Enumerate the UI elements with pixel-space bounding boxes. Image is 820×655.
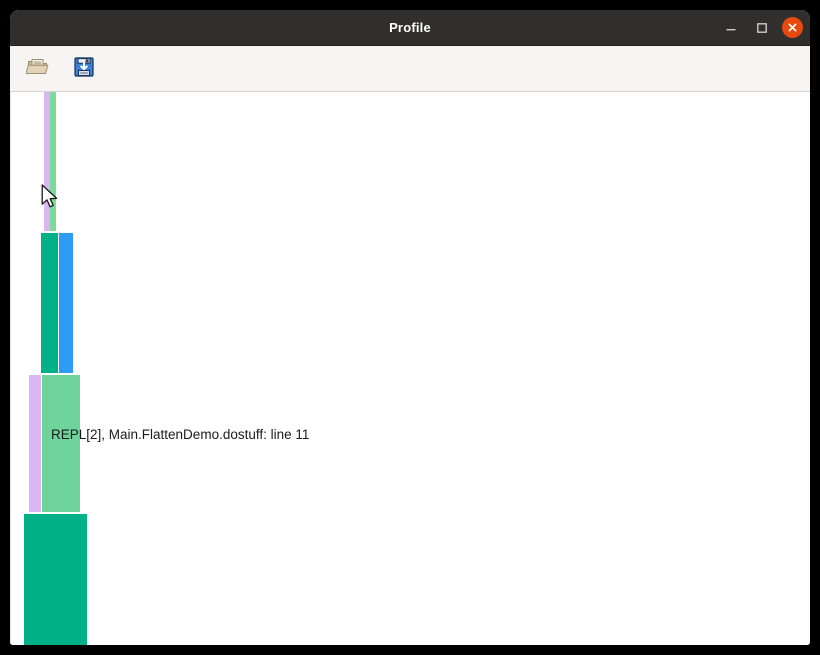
window-controls: [720, 10, 803, 45]
bar-row0-green[interactable]: [50, 92, 56, 231]
screen: Profile: [0, 0, 820, 655]
minimize-icon: [724, 21, 738, 35]
open-file-button[interactable]: [24, 55, 52, 83]
bar-row2-purple[interactable]: [29, 375, 41, 512]
bar-row1-blue[interactable]: [59, 233, 73, 373]
folder-open-icon: [26, 55, 50, 82]
minimize-button[interactable]: [720, 17, 742, 39]
window-title: Profile: [389, 20, 431, 35]
bar-row0-purple[interactable]: [44, 92, 50, 231]
save-icon: [72, 55, 96, 82]
maximize-icon: [755, 21, 769, 35]
close-icon: [786, 21, 799, 34]
bar-row3-teal[interactable]: [24, 514, 87, 645]
window-titlebar[interactable]: Profile: [10, 10, 810, 46]
close-button[interactable]: [782, 17, 803, 38]
flamegraph-canvas[interactable]: REPL[2], Main.FlattenDemo.dostuff: line …: [10, 92, 810, 645]
bar-row2-green[interactable]: [42, 375, 80, 512]
flamegraph-hover-label: REPL[2], Main.FlattenDemo.dostuff: line …: [51, 427, 309, 442]
profile-window: Profile: [10, 10, 810, 645]
maximize-button[interactable]: [751, 17, 773, 39]
bar-row1-teal[interactable]: [41, 233, 58, 373]
main-toolbar: [10, 46, 810, 92]
save-file-button[interactable]: [70, 55, 98, 83]
